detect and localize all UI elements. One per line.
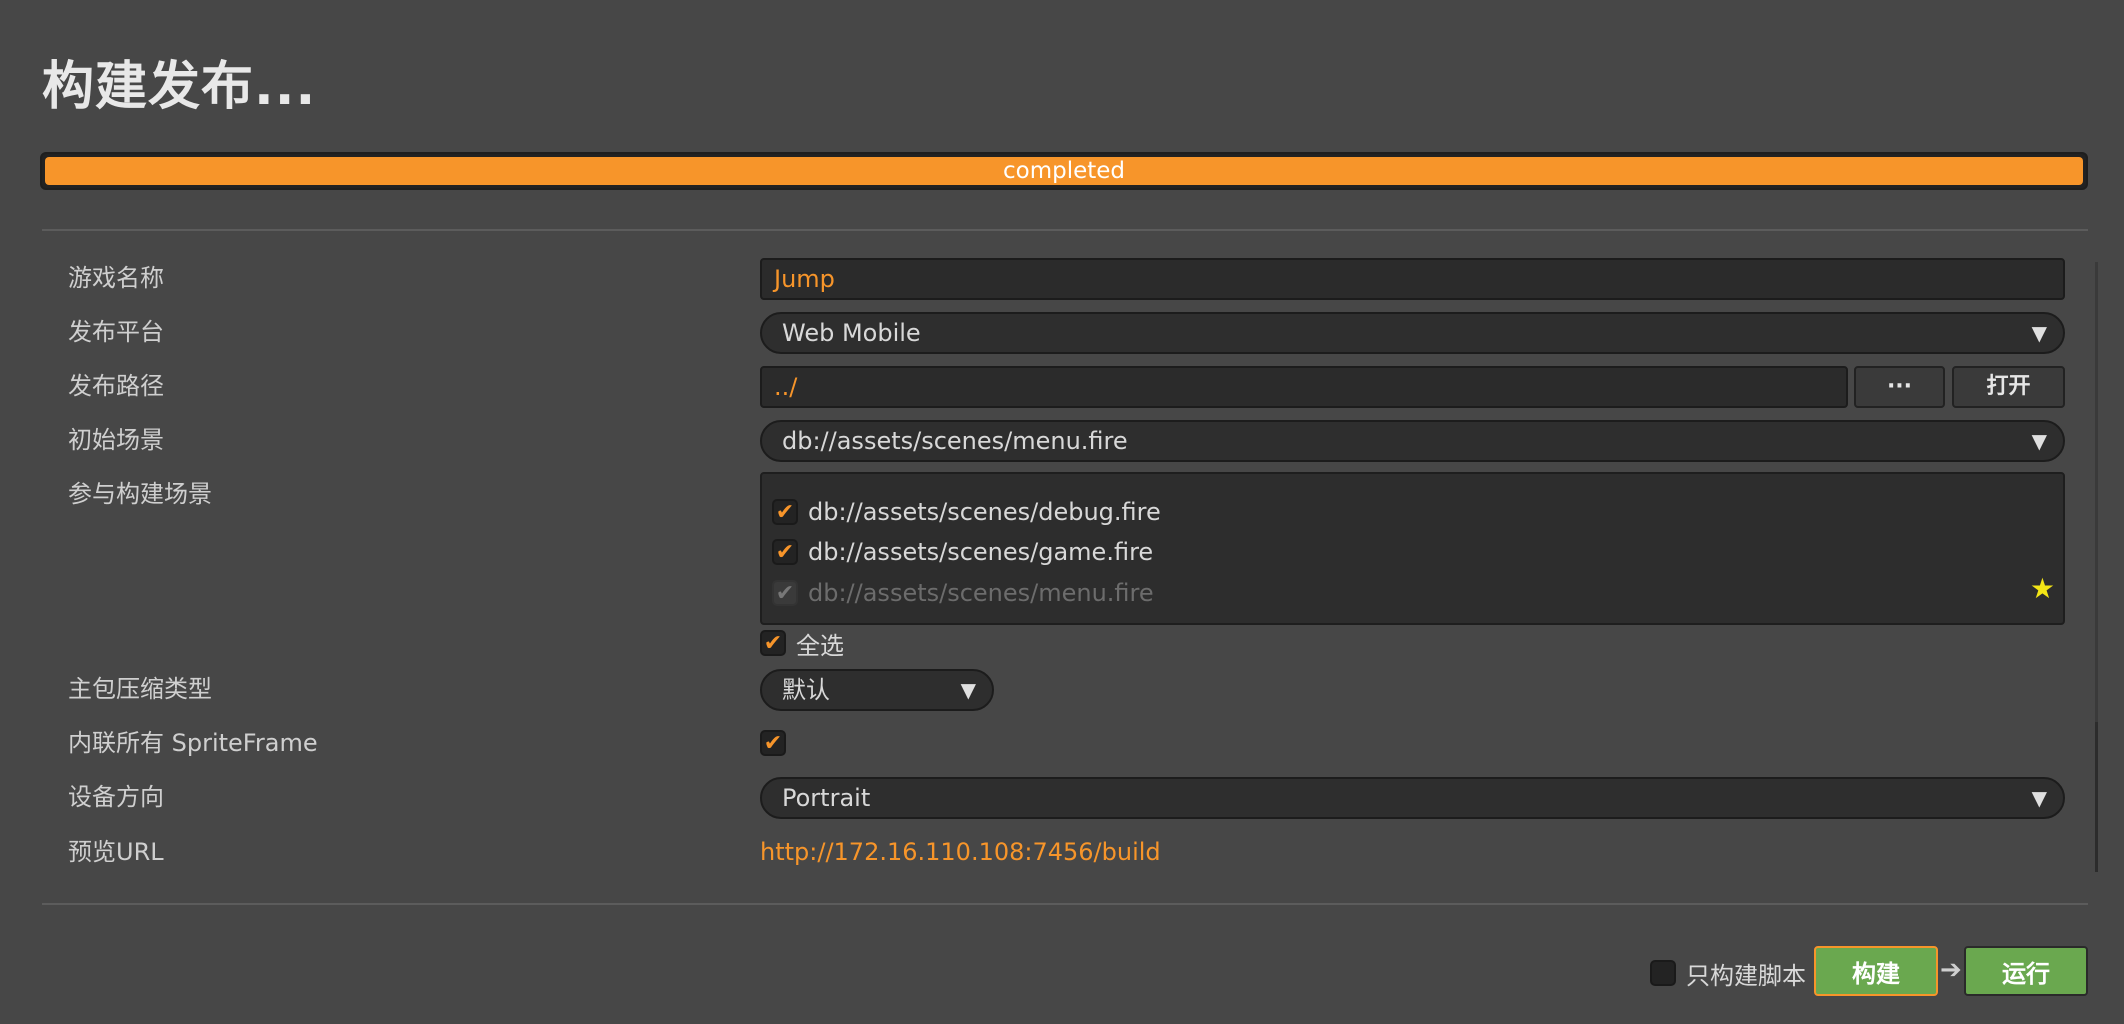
star-icon: ★ bbox=[2029, 572, 2055, 605]
inline-spriteframe-label: 内联所有 SpriteFrame bbox=[68, 729, 318, 757]
build-button[interactable]: 构建 bbox=[1814, 946, 1938, 996]
inline-spriteframe-checkbox[interactable]: ✔ bbox=[760, 730, 796, 756]
scenes-label: 参与构建场景 bbox=[68, 480, 212, 508]
run-button[interactable]: 运行 bbox=[1964, 946, 2088, 996]
inline-spriteframe-check[interactable]: ✔ bbox=[760, 730, 786, 756]
scene-checkbox-disabled: ✔ bbox=[772, 580, 798, 606]
game-name-input[interactable]: Jump bbox=[760, 258, 2065, 300]
scene-path: db://assets/scenes/menu.fire bbox=[808, 579, 1154, 607]
start-scene-value: db://assets/scenes/menu.fire bbox=[782, 427, 1128, 455]
platform-label: 发布平台 bbox=[68, 318, 164, 346]
script-only-label: 只构建脚本 bbox=[1686, 961, 1806, 990]
scene-item: ✔ db://assets/scenes/menu.fire bbox=[772, 573, 1154, 613]
platform-value: Web Mobile bbox=[782, 319, 921, 347]
scene-checkbox[interactable]: ✔ bbox=[772, 539, 798, 565]
build-path-input[interactable]: ../ bbox=[760, 366, 1848, 408]
orientation-label: 设备方向 bbox=[68, 783, 164, 811]
divider-bottom bbox=[42, 903, 2088, 905]
game-name-label: 游戏名称 bbox=[68, 264, 164, 292]
chevron-down-icon: ▼ bbox=[960, 678, 976, 702]
orientation-value: Portrait bbox=[782, 784, 871, 812]
select-all-checkbox[interactable]: ✔ 全选 bbox=[760, 623, 844, 663]
scrollbar-thumb[interactable] bbox=[2095, 262, 2098, 722]
scene-item[interactable]: ✔ db://assets/scenes/game.fire bbox=[772, 532, 1153, 572]
select-all-label: 全选 bbox=[796, 631, 844, 660]
build-path-label: 发布路径 bbox=[68, 372, 164, 400]
start-scene-select[interactable]: db://assets/scenes/menu.fire ▼ bbox=[760, 420, 2065, 462]
script-only-checkbox[interactable]: 只构建脚本 bbox=[1650, 953, 1806, 993]
progress-label: completed bbox=[1002, 158, 1126, 184]
page-title: 构建发布... bbox=[42, 57, 317, 117]
open-path-button[interactable]: 打开 bbox=[1952, 366, 2065, 408]
compression-value: 默认 bbox=[782, 676, 830, 704]
compression-select[interactable]: 默认 ▼ bbox=[760, 669, 994, 711]
scene-path: db://assets/scenes/game.fire bbox=[808, 538, 1154, 566]
chevron-down-icon: ▼ bbox=[2031, 786, 2047, 810]
select-all-check[interactable]: ✔ bbox=[760, 630, 786, 656]
chevron-down-icon: ▼ bbox=[2031, 321, 2047, 345]
browse-path-button[interactable]: ··· bbox=[1854, 366, 1945, 408]
scene-item[interactable]: ✔ db://assets/scenes/debug.fire bbox=[772, 492, 1161, 532]
platform-select[interactable]: Web Mobile ▼ bbox=[760, 312, 2065, 354]
script-only-check[interactable] bbox=[1650, 960, 1676, 986]
build-progress-bar: completed bbox=[40, 152, 2088, 190]
orientation-select[interactable]: Portrait ▼ bbox=[760, 777, 2065, 819]
scene-checkbox[interactable]: ✔ bbox=[772, 499, 798, 525]
scenes-list: ✔ db://assets/scenes/debug.fire ✔ db://a… bbox=[760, 472, 2065, 625]
start-scene-label: 初始场景 bbox=[68, 426, 164, 454]
preview-url-link[interactable]: http://172.16.110.108:7456/build bbox=[760, 832, 1161, 872]
form-scrollbar[interactable] bbox=[2095, 262, 2098, 872]
arrow-right-icon: ➔ bbox=[1940, 955, 1962, 985]
scene-path: db://assets/scenes/debug.fire bbox=[808, 498, 1161, 526]
compression-label: 主包压缩类型 bbox=[68, 675, 212, 703]
chevron-down-icon: ▼ bbox=[2031, 429, 2047, 453]
preview-url-label: 预览URL bbox=[68, 838, 164, 866]
divider-top bbox=[42, 229, 2088, 231]
